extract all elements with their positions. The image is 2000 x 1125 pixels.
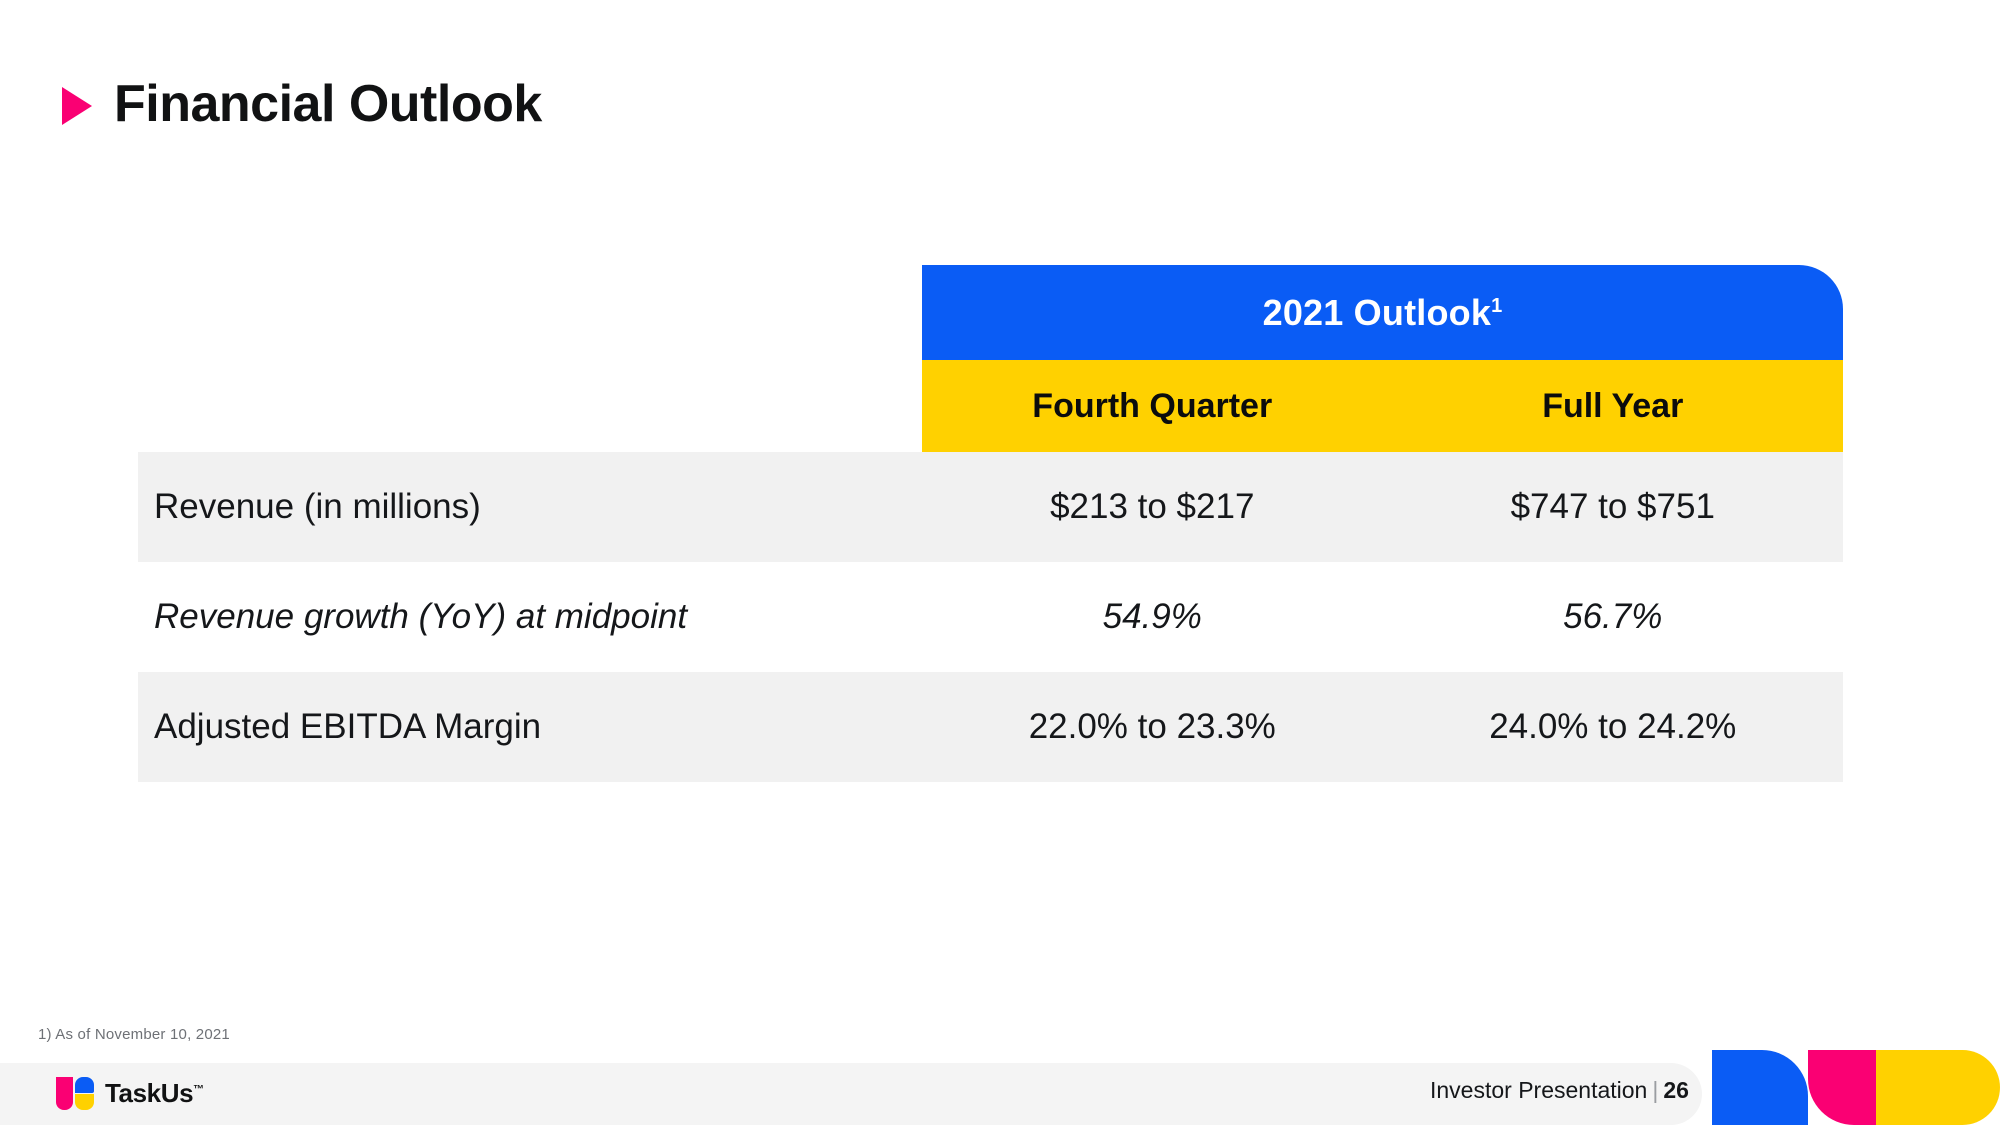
row-label-revenue: Revenue (in millions) bbox=[154, 487, 481, 526]
table-group-header: 2021 Outlook1 bbox=[922, 265, 1843, 360]
table-group-header-label: 2021 Outlook1 bbox=[1263, 292, 1503, 334]
taskus-logo: TaskUs™ bbox=[56, 1077, 204, 1110]
column-header-fourth-quarter: Fourth Quarter bbox=[1032, 386, 1273, 425]
row-label-adjusted-ebitda-margin: Adjusted EBITDA Margin bbox=[154, 707, 542, 746]
table-row: Revenue growth (YoY) at midpoint 54.9% 5… bbox=[138, 562, 1843, 672]
trademark-icon: ™ bbox=[193, 1083, 204, 1096]
footer-separator: | bbox=[1652, 1077, 1659, 1103]
column-header-full-year: Full Year bbox=[1542, 386, 1684, 425]
deco-shape-pink bbox=[1808, 1050, 1876, 1125]
logo-shape-yellow bbox=[75, 1094, 94, 1110]
logo-shape-pink bbox=[56, 1077, 73, 1110]
table-row: Adjusted EBITDA Margin 22.0% to 23.3% 24… bbox=[138, 672, 1843, 782]
row-value-revenue-fy: $747 to $751 bbox=[1510, 487, 1715, 526]
footer-deck-info: Investor Presentation | 26 bbox=[1430, 1077, 1689, 1104]
slide-financial-outlook: Financial Outlook 2021 Outlook1 Fourth Q… bbox=[0, 0, 2000, 1125]
triangle-right-icon bbox=[62, 86, 92, 125]
table-row: Revenue (in millions) $213 to $217 $747 … bbox=[138, 452, 1843, 562]
row-value-adjusted-ebitda-margin-fy: 24.0% to 24.2% bbox=[1489, 707, 1737, 746]
taskus-logo-mark-icon bbox=[56, 1077, 94, 1110]
footer-deck-name: Investor Presentation bbox=[1430, 1077, 1648, 1103]
outlook-table: 2021 Outlook1 Fourth Quarter Full Year R… bbox=[138, 265, 1843, 782]
row-value-adjusted-ebitda-margin-q4: 22.0% to 23.3% bbox=[1028, 707, 1276, 746]
table-group-header-text: 2021 Outlook bbox=[1262, 291, 1492, 333]
taskus-logo-text: TaskUs bbox=[105, 1078, 194, 1108]
row-value-revenue-growth-fy: 56.7% bbox=[1563, 597, 1663, 636]
taskus-logo-wordmark: TaskUs™ bbox=[105, 1078, 204, 1109]
logo-shape-blue bbox=[75, 1077, 94, 1093]
table-column-headers: Fourth Quarter Full Year bbox=[922, 360, 1843, 452]
row-value-revenue-growth-q4: 54.9% bbox=[1102, 597, 1202, 636]
page-title-label: Financial Outlook bbox=[114, 75, 542, 133]
deco-shape-blue bbox=[1712, 1050, 1808, 1125]
footer-page-number: 26 bbox=[1663, 1077, 1689, 1103]
brand-decoration bbox=[1702, 1050, 2000, 1125]
row-label-revenue-growth: Revenue growth (YoY) at midpoint bbox=[154, 597, 688, 636]
deco-shape-yellow bbox=[1876, 1050, 2000, 1125]
table-group-header-superscript: 1 bbox=[1491, 294, 1503, 317]
page-title: Financial Outlook bbox=[62, 78, 542, 130]
row-value-revenue-q4: $213 to $217 bbox=[1050, 487, 1255, 526]
footnote: 1) As of November 10, 2021 bbox=[38, 1026, 230, 1043]
